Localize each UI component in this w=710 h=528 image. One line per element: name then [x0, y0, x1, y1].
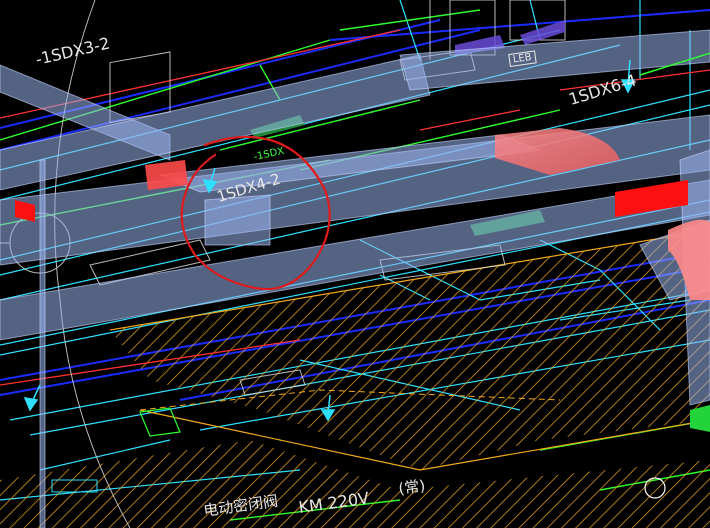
normal-state-label: (常): [397, 476, 427, 499]
duct-segment: [204, 194, 271, 246]
red-marker-block: [145, 160, 188, 190]
duct-segment: [39, 159, 46, 528]
